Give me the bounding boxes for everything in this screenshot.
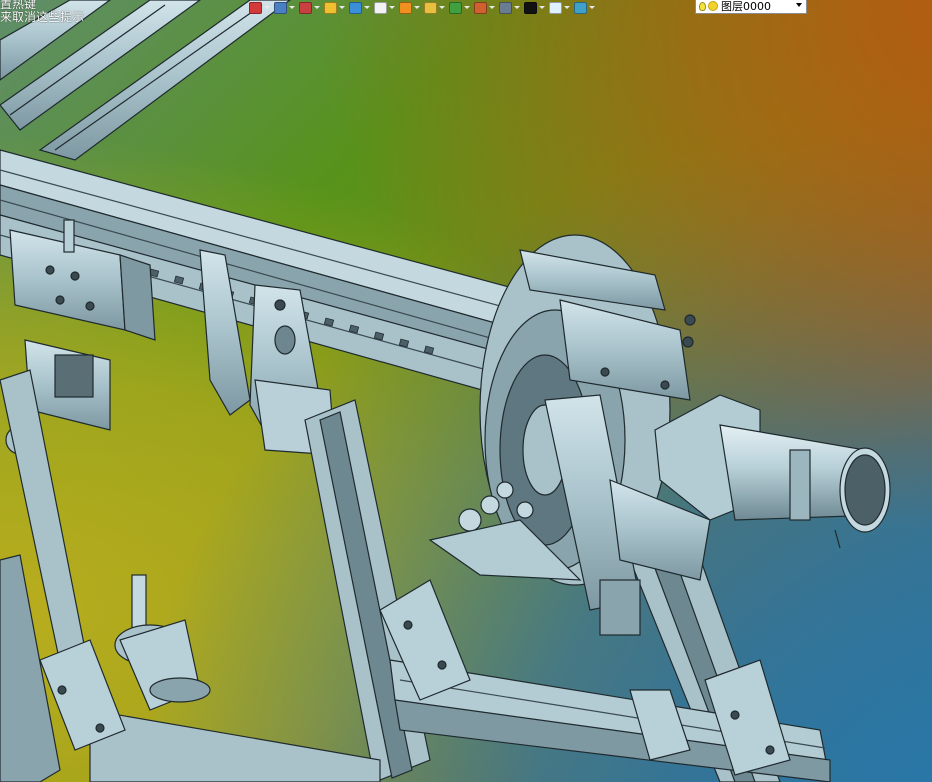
view-orient-icon bbox=[274, 1, 287, 14]
sketch-pen-button[interactable] bbox=[298, 1, 321, 15]
sheet-icon bbox=[549, 1, 562, 14]
pointer-icon bbox=[249, 1, 262, 14]
pointer-button[interactable] bbox=[248, 1, 271, 15]
chevron-down-icon[interactable] bbox=[339, 6, 345, 9]
upper-frame-rails bbox=[0, 0, 292, 161]
white-box-button[interactable] bbox=[373, 1, 396, 15]
chevron-down-icon[interactable] bbox=[539, 6, 545, 9]
zoom-button[interactable] bbox=[423, 1, 446, 15]
layer-name: 图层0000 bbox=[721, 0, 771, 13]
layer-stack-icon bbox=[574, 1, 587, 14]
chevron-down-icon[interactable] bbox=[314, 6, 320, 9]
refresh-icon bbox=[449, 1, 462, 14]
sketch-pen-icon bbox=[299, 1, 312, 14]
layer-freeze-sun-icon[interactable] bbox=[708, 1, 718, 11]
dismiss-hint: 来取消这些提示 bbox=[0, 10, 85, 24]
white-box-icon bbox=[374, 1, 387, 14]
chevron-down-icon[interactable] bbox=[589, 6, 595, 9]
chevron-down-icon[interactable] bbox=[564, 6, 570, 9]
view-toolbar bbox=[248, 0, 596, 15]
section-view-button[interactable] bbox=[473, 1, 496, 15]
solid-box-icon bbox=[349, 1, 362, 14]
cad-viewport[interactable]: 置热键 来取消这些提示 图层0000 bbox=[0, 0, 932, 782]
chevron-down-icon[interactable] bbox=[414, 6, 420, 9]
chevron-down-icon[interactable] bbox=[264, 6, 270, 9]
chevron-down-icon[interactable] bbox=[364, 6, 370, 9]
extrude-icon bbox=[324, 1, 337, 14]
display-style-button[interactable] bbox=[498, 1, 521, 15]
section-view-icon bbox=[474, 1, 487, 14]
layer-visibility-bulb-icon[interactable] bbox=[699, 1, 706, 11]
pattern-sphere-button[interactable] bbox=[398, 1, 421, 15]
chevron-down-icon[interactable] bbox=[289, 6, 295, 9]
sheet-button[interactable] bbox=[548, 1, 571, 15]
leveling-foot bbox=[114, 574, 211, 711]
zoom-icon bbox=[424, 1, 437, 14]
chevron-down-icon[interactable] bbox=[796, 3, 802, 7]
extrude-button[interactable] bbox=[323, 1, 346, 15]
chevron-down-icon[interactable] bbox=[489, 6, 495, 9]
chevron-down-icon[interactable] bbox=[439, 6, 445, 9]
chevron-down-icon[interactable] bbox=[464, 6, 470, 9]
layer-stack-button[interactable] bbox=[573, 1, 596, 15]
layer-dropdown[interactable]: 图层0000 bbox=[695, 0, 807, 14]
refresh-button[interactable] bbox=[448, 1, 471, 15]
chevron-down-icon[interactable] bbox=[389, 6, 395, 9]
chevron-down-icon[interactable] bbox=[514, 6, 520, 9]
line-style-icon bbox=[524, 1, 537, 14]
cad-model-view[interactable] bbox=[0, 0, 932, 782]
view-orient-button[interactable] bbox=[273, 1, 296, 15]
solid-box-button[interactable] bbox=[348, 1, 371, 15]
display-style-icon bbox=[499, 1, 512, 14]
line-style-button[interactable] bbox=[523, 1, 546, 15]
pattern-sphere-icon bbox=[399, 1, 412, 14]
